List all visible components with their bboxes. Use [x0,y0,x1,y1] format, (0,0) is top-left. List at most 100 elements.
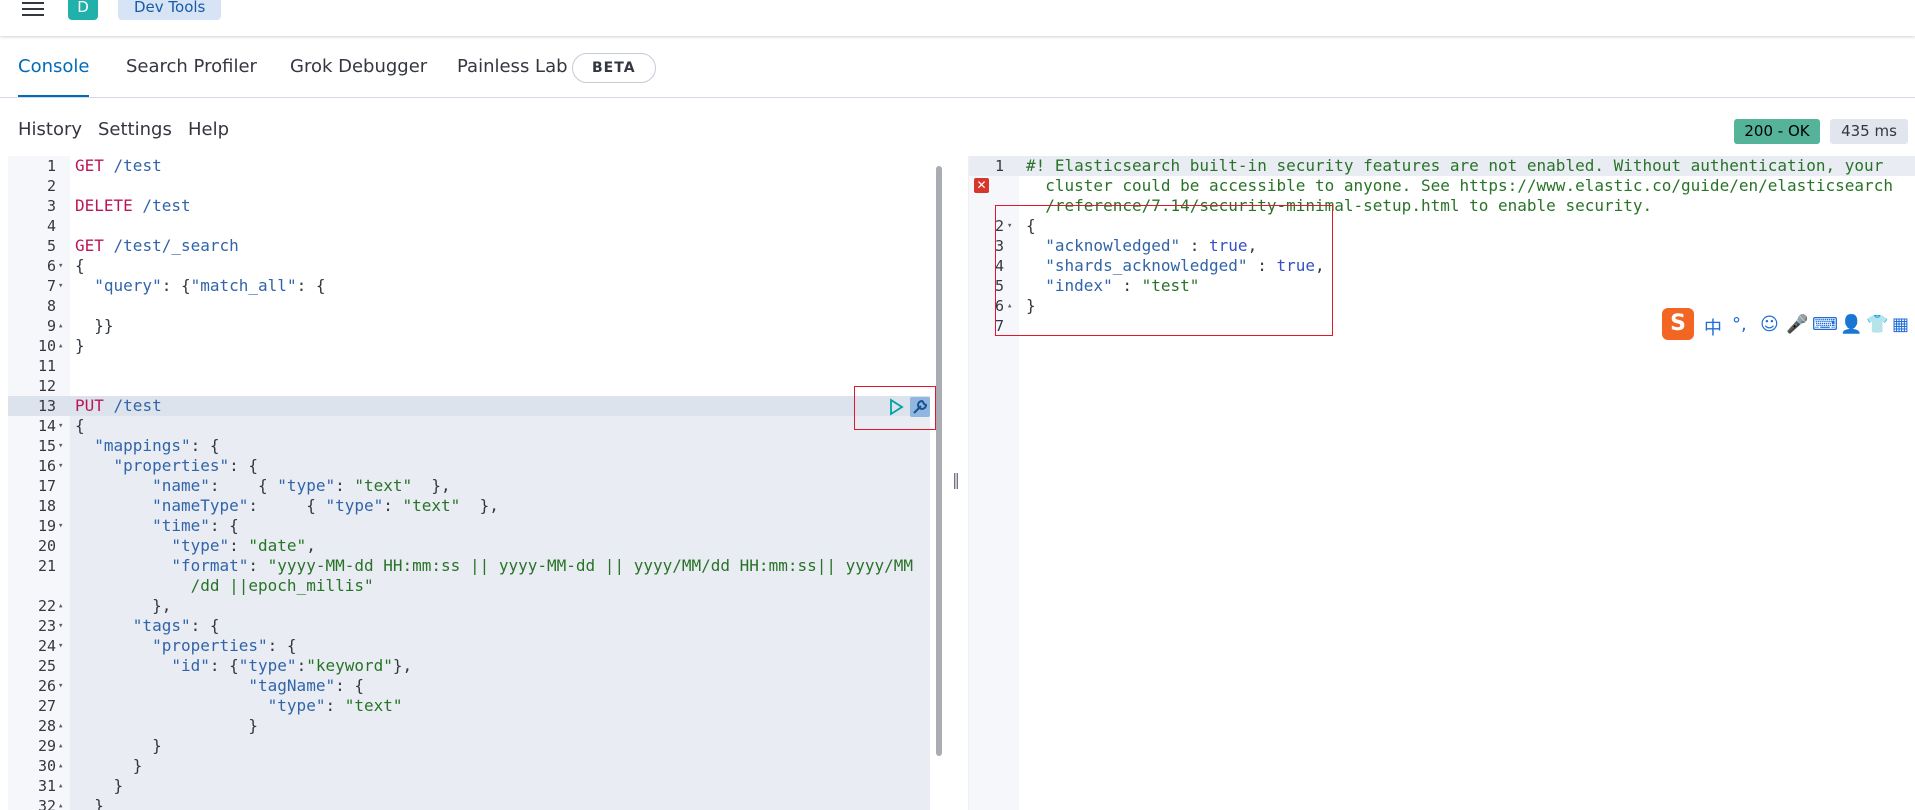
request-editor[interactable]: 1 GET /test 2 3 DELETE /test 4 5 GET /test/_sea… [8,156,944,810]
code-text: } [75,796,104,810]
code-text: "type": "text" [75,696,403,716]
tab-grok-debugger[interactable]: Grok Debugger [290,37,427,97]
code-token-key: "mappings" [94,436,191,455]
ime-chinese-icon[interactable]: 中 [1704,314,1722,340]
code-token-plain: : { [209,476,278,495]
request-line: 12 [8,376,944,396]
space-avatar[interactable]: D [68,0,98,20]
line-number: 22 [37,597,56,615]
code-text: }} [75,316,113,336]
request-line: 30 ▴ } [8,756,944,776]
response-highlight-box [995,205,1333,336]
ime-logo-icon[interactable]: S [1662,308,1694,340]
fold-close-icon[interactable]: ▴ [58,756,63,776]
menu-icon[interactable] [22,2,44,16]
error-icon[interactable]: ✕ [974,178,989,193]
request-line: 13 PUT /test [8,396,944,416]
fold-open-icon[interactable]: ▾ [58,456,63,476]
fold-close-icon[interactable]: ▴ [58,776,63,796]
line-number: 21 [37,557,56,575]
fold-open-icon[interactable]: ▾ [58,516,63,536]
settings-menu[interactable]: Settings [98,119,172,140]
code-token-comment: #! Elasticsearch built-in security featu… [1026,156,1884,175]
line-number: 1 [994,157,1004,175]
ime-skin-icon[interactable]: 👕 [1866,314,1888,335]
fold-close-icon[interactable]: ▴ [58,736,63,756]
line-number: 27 [37,697,56,715]
request-scrollbar[interactable] [936,166,942,756]
code-text: { [75,416,85,436]
wrench-icon[interactable] [910,397,930,417]
code-text: } [75,756,143,776]
fold-close-icon[interactable]: ▴ [58,316,63,336]
code-text: "nameType": { "type": "text" }, [75,496,499,516]
request-line: 15 ▾ "mappings": { [8,436,944,456]
ime-keyboard-icon[interactable]: ⌨ [1812,314,1838,335]
fold-open-icon[interactable]: ▾ [58,256,63,276]
fold-close-icon[interactable]: ▴ [58,716,63,736]
request-line: 17 "name": { "type": "text" }, [8,476,944,496]
fold-open-icon[interactable]: ▾ [58,636,63,656]
tab-search-profiler[interactable]: Search Profiler [126,37,257,97]
code-token-key: "type" [277,476,336,495]
status-badge: 200 - OK [1734,119,1820,144]
ime-microphone-icon[interactable]: 🎤 [1786,314,1808,335]
request-line: 24 ▾ "properties": { [8,636,944,656]
request-line: 23 ▾ "tags": { [8,616,944,636]
request-line: 32 ▴ } [8,796,944,810]
ime-user-icon[interactable]: 👤 [1840,314,1862,335]
fold-close-icon[interactable]: ▴ [58,336,63,356]
code-text: GET /test [75,156,162,176]
code-token-str: "text" [402,496,461,515]
request-line: 31 ▴ } [8,776,944,796]
line-number: 19 [37,517,56,535]
ime-emoji-icon[interactable]: ☺ [1760,314,1779,335]
code-token-url: /test/_search [103,236,239,255]
fold-close-icon[interactable]: ▴ [58,596,63,616]
panel-resize-handle[interactable]: ‖ [952,470,960,489]
history-menu[interactable]: History [18,119,82,140]
fold-open-icon[interactable]: ▾ [58,436,63,456]
code-text: }, [75,596,171,616]
ime-punctuation-icon[interactable]: °, [1732,314,1747,335]
ime-grid-icon[interactable]: ▦ [1892,314,1909,335]
request-line: 1 GET /test [8,156,944,176]
tab-console[interactable]: Console [18,37,90,97]
fold-open-icon[interactable]: ▾ [58,416,63,436]
fold-open-icon[interactable]: ▾ [58,616,63,636]
code-token-plain: : { [209,516,239,535]
help-menu[interactable]: Help [188,119,229,140]
code-token-key: "tags" [132,616,191,635]
code-token-plain: : { [335,676,364,695]
code-text: "name": { "type": "text" }, [75,476,451,496]
code-token-method: GET [75,236,104,255]
request-line: 7 ▾ "query": {"match_all": { [8,276,944,296]
code-text: DELETE /test [75,196,191,216]
code-token-plain: } [75,776,124,795]
breadcrumb-dev-tools[interactable]: Dev Tools [118,0,222,20]
tab-painless-lab[interactable]: Painless Lab [457,37,568,97]
response-line: cluster could be accessible to anyone. S… [969,176,1915,196]
fold-open-icon[interactable]: ▾ [58,676,63,696]
line-number: 26 [37,677,56,695]
line-number: 1 [46,157,56,175]
request-line: 27 "type": "text" [8,696,944,716]
fold-close-icon[interactable]: ▴ [58,796,63,810]
code-token-plain: { [75,256,85,275]
code-text: "mappings": { [75,436,219,456]
request-line: 9 ▴ }} [8,316,944,336]
request-line: 25 "id": {"type":"keyword"}, [8,656,944,676]
line-number: 13 [37,397,56,415]
fold-open-icon[interactable]: ▾ [58,276,63,296]
play-icon[interactable] [887,398,905,416]
line-number: 24 [37,637,56,655]
request-line: 26 ▾ "tagName": { [8,676,944,696]
code-text: { [75,256,85,276]
line-number: 25 [37,657,56,675]
code-text: } [75,716,258,736]
request-line: 28 ▴ } [8,716,944,736]
